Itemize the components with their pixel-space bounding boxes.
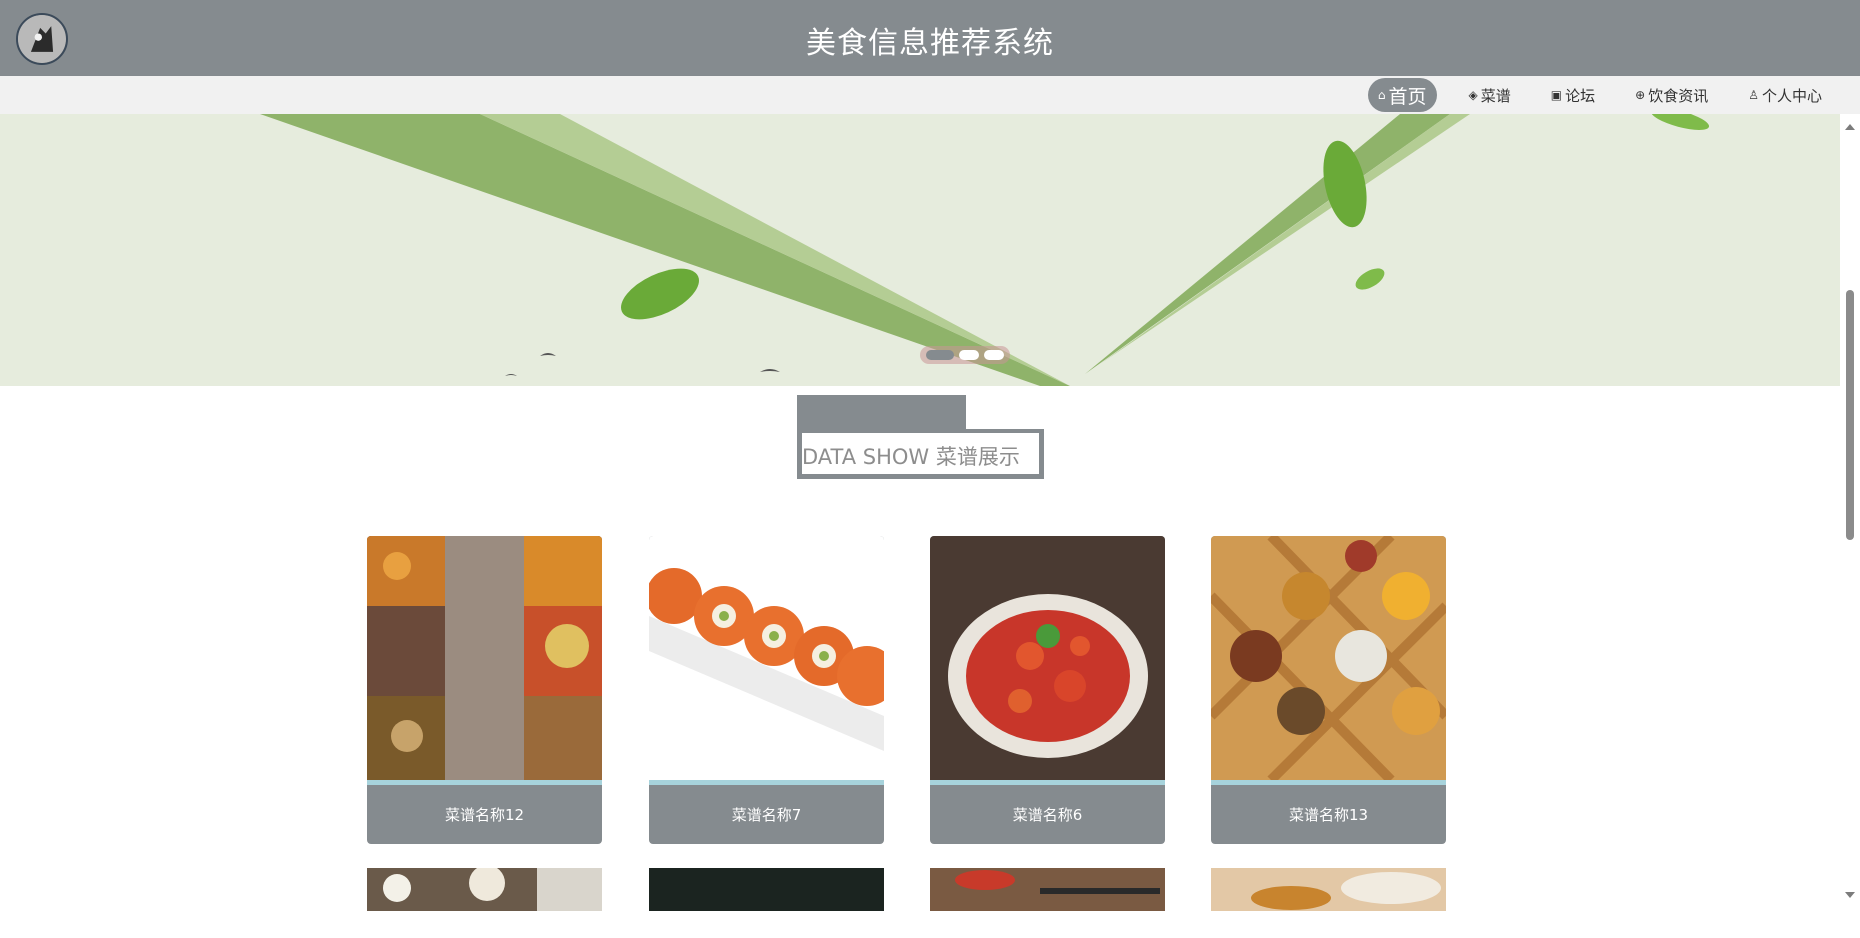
scroll-thumb[interactable] [1846, 290, 1854, 540]
recipe-card[interactable]: 菜谱名称13 [1211, 536, 1446, 844]
recipe-name: 菜谱名称13 [1288, 806, 1369, 824]
nav-item-recipes[interactable]: ◈ 菜谱 [1461, 78, 1519, 112]
carousel-dot[interactable] [958, 350, 979, 360]
site-header: 美食信息推荐系统 [0, 0, 1860, 76]
recipe-image [367, 536, 602, 780]
banner-carousel[interactable] [0, 114, 1840, 386]
recipe-card[interactable]: 菜谱名称12 [367, 536, 602, 844]
recipe-card[interactable]: 菜谱名称7 [649, 536, 884, 844]
recipe-name: 菜谱名称12 [444, 806, 525, 824]
recipe-card-partial[interactable] [367, 868, 602, 911]
recipe-card[interactable]: 菜谱名称6 [930, 536, 1165, 844]
user-icon: ♙ [1748, 88, 1759, 102]
page-scrollbar[interactable] [1840, 114, 1860, 938]
recipe-name: 菜谱名称6 [1012, 806, 1083, 824]
recipe-card-partial[interactable] [1211, 868, 1446, 911]
carousel-dot[interactable] [983, 350, 1004, 360]
nav-item-label: 饮食资讯 [1648, 86, 1709, 105]
carousel-dot[interactable] [926, 350, 955, 360]
banner-image [0, 114, 1840, 386]
recipe-card-partial[interactable] [930, 868, 1165, 911]
recipe-image [1211, 868, 1446, 911]
nav-item-label: 论坛 [1565, 86, 1596, 105]
recipe-image [367, 868, 602, 911]
scroll-down-icon[interactable] [1845, 892, 1855, 898]
recipe-image [649, 868, 884, 911]
section-title-box: DATA SHOW 菜谱展示 [797, 429, 1044, 479]
section-title: DATA SHOW 菜谱展示 [802, 445, 1020, 469]
layers-icon: ◈ [1468, 88, 1478, 102]
nav-item-profile[interactable]: ♙ 个人中心 [1740, 78, 1830, 112]
carousel-indicator [920, 346, 1010, 364]
gift-icon: ▣ [1550, 88, 1563, 102]
recipe-name: 菜谱名称7 [731, 806, 802, 824]
globe-icon: ⊕ [1635, 88, 1646, 102]
nav-item-label: 菜谱 [1480, 86, 1511, 105]
recipe-image [649, 536, 884, 780]
top-nav: ⌂ 首页 ◈ 菜谱 ▣ 论坛 ⊕ 饮食资讯 ♙ 个人中心 [0, 76, 1860, 114]
nav-item-label: 个人中心 [1761, 86, 1822, 105]
recipe-image [930, 868, 1165, 911]
scroll-up-icon[interactable] [1845, 124, 1855, 130]
nav-item-forum[interactable]: ▣ 论坛 [1543, 78, 1603, 112]
nav-item-home[interactable]: ⌂ 首页 [1367, 78, 1437, 112]
site-title: 美食信息推荐系统 [806, 26, 1054, 61]
nav-item-news[interactable]: ⊕ 饮食资讯 [1627, 78, 1716, 112]
home-icon: ⌂ [1377, 88, 1386, 102]
section-title-tab [797, 395, 966, 431]
recipe-card-partial[interactable] [649, 868, 884, 911]
nav-item-label: 首页 [1388, 85, 1427, 108]
recipe-image [1211, 536, 1446, 780]
recipe-image [930, 536, 1165, 780]
